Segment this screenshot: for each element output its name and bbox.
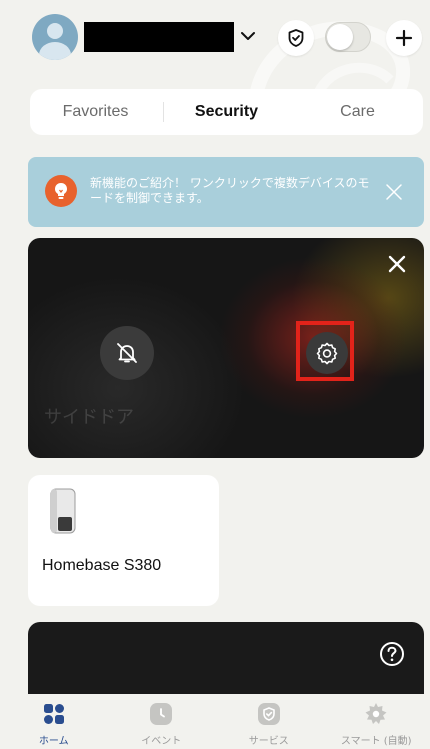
banner-text: 新機能のご紹介！ ワンクリックで複数デバイスのモードを制御できます。 [90,176,370,205]
nav-services[interactable]: サービス [215,694,323,749]
clock-icon [150,703,173,725]
nav-label-events: イベント [141,736,182,747]
nav-label-services: サービス [248,736,289,747]
device-name: Homebase S380 [42,557,162,574]
avatar[interactable] [32,14,78,60]
lightbulb-icon [45,175,77,207]
chevron-down-icon[interactable] [238,26,258,46]
camera-card[interactable]: サイドドア [28,238,424,458]
header [0,0,430,80]
grid-icon [43,704,64,724]
tab-security[interactable]: Security [161,103,292,121]
nav-events[interactable]: イベント [108,694,216,749]
category-tabs: Favorites Security Care [30,89,423,135]
tab-divider [163,102,164,122]
shield-icon [257,703,280,725]
settings-highlight-box [296,321,354,381]
tab-care[interactable]: Care [292,103,423,121]
shield-check-icon [288,29,304,47]
bell-off-icon [117,343,137,363]
nav-smart[interactable]: スマート (自動) [323,694,430,749]
tab-favorites[interactable]: Favorites [30,103,161,121]
nav-home[interactable]: ホーム [0,694,108,749]
toggle-knob [327,24,353,50]
new-feature-banner[interactable]: 新機能のご紹介！ ワンクリックで複数デバイスのモードを制御できます。 [28,157,424,227]
close-icon[interactable] [387,254,407,274]
camera-name: サイドドア [44,407,134,428]
bottom-nav: ホーム イベント サービス スマート (自動) [0,694,430,749]
homebase-card[interactable]: Homebase S380 [28,475,219,606]
help-icon[interactable] [379,641,405,667]
security-shield-button[interactable] [278,20,314,56]
mode-toggle[interactable] [325,22,371,52]
close-icon[interactable] [384,182,404,202]
add-device-button[interactable] [386,20,422,56]
plus-icon [395,29,413,47]
homebase-icon [50,488,76,534]
nav-label-home: ホーム [38,736,69,747]
user-name-redacted[interactable] [84,22,234,52]
sparkle-gear-icon [365,703,387,724]
nav-label-smart: スマート (自動) [340,736,412,747]
dark-card[interactable] [28,622,424,702]
bell-off-button[interactable] [100,326,154,380]
